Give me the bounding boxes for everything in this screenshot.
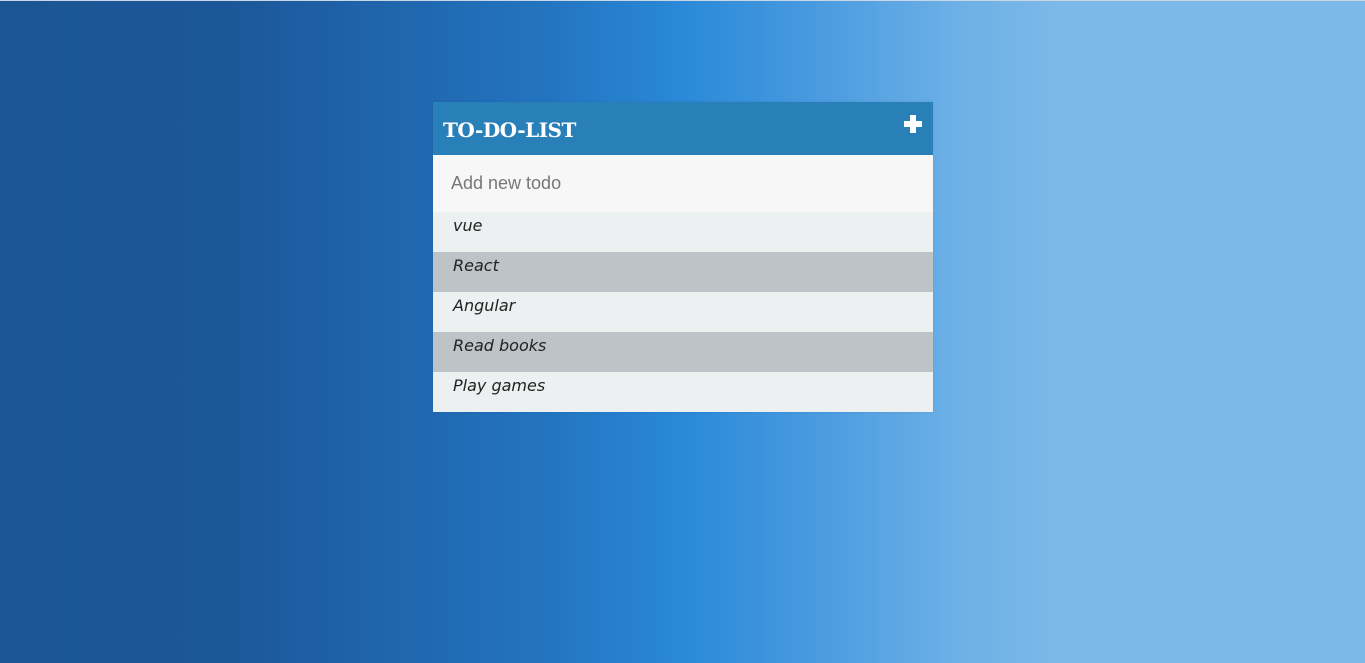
page-title: TO-DO-LIST [443,118,576,142]
top-border-line [0,0,1365,1]
todo-header: TO-DO-LIST [433,102,933,155]
todo-list: vue React Angular Read books Play games [433,212,933,412]
todo-item-play-games[interactable]: Play games [433,372,933,412]
todo-container: TO-DO-LIST vue React Angular Read books … [433,102,933,412]
todo-item-react[interactable]: React [433,252,933,292]
todo-item-read-books[interactable]: Read books [433,332,933,372]
plus-icon[interactable] [903,114,923,134]
new-todo-input[interactable] [433,155,933,212]
todo-item-vue[interactable]: vue [433,212,933,252]
todo-item-angular[interactable]: Angular [433,292,933,332]
